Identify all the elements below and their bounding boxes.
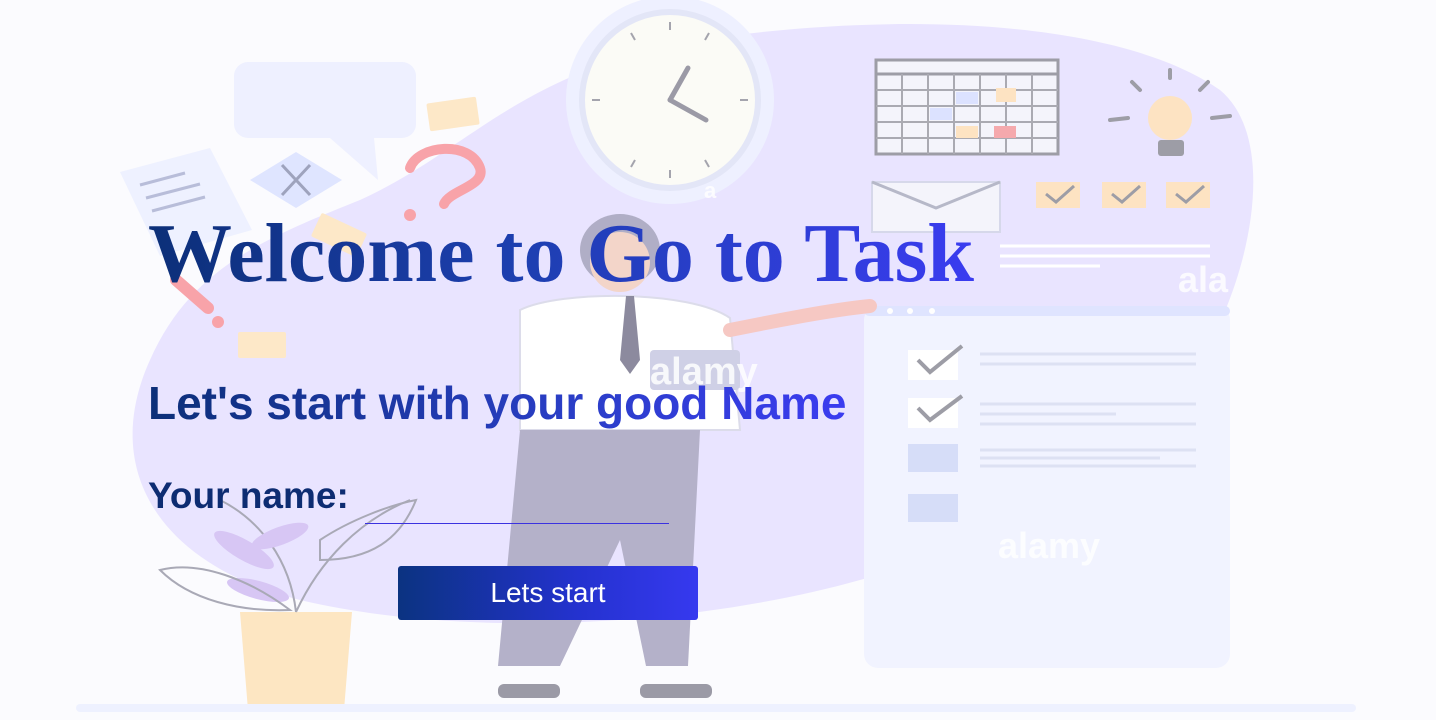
name-input[interactable] — [365, 488, 669, 524]
welcome-page: alamy alamy ala a Welcome to Go to Task … — [0, 0, 1436, 720]
name-field-label: Your name: — [148, 475, 349, 516]
page-title: Welcome to Go to Task — [148, 207, 975, 300]
welcome-content: Welcome to Go to Task Let's start with y… — [148, 0, 1248, 720]
page-subtitle: Let's start with your good Name — [148, 377, 847, 429]
lets-start-button[interactable]: Lets start — [398, 566, 698, 620]
